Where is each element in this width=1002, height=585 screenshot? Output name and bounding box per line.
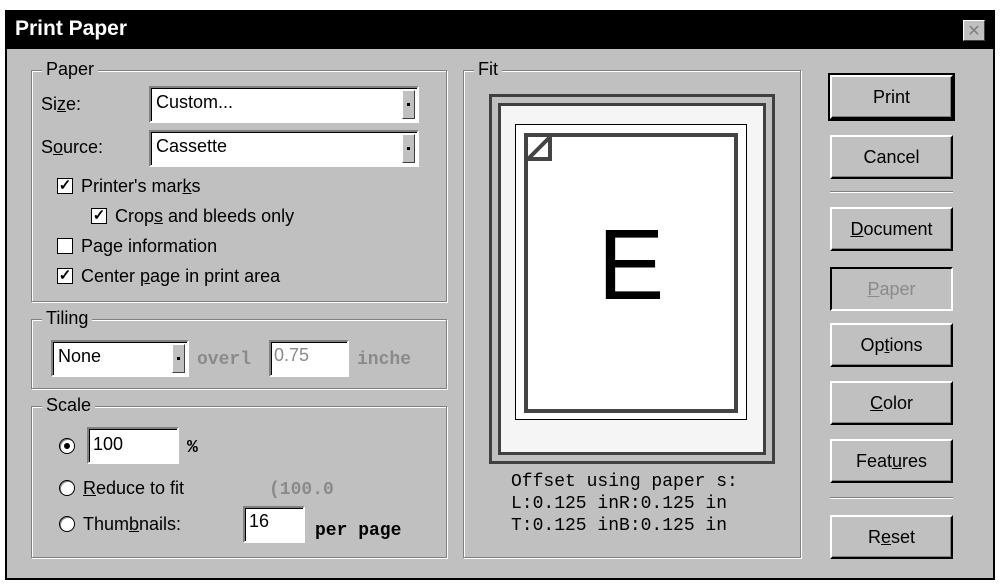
preview-letter: E (597, 209, 665, 321)
thumbnails-radio[interactable] (59, 516, 75, 532)
button-separator (830, 497, 953, 499)
document-button[interactable]: Document (830, 207, 953, 251)
per-page-label: per page (315, 521, 402, 541)
check-mark-icon: ✓ (92, 207, 106, 224)
reduce-to-fit-radio[interactable] (59, 480, 75, 496)
crops-bleeds-label[interactable]: Crops and bleeds only (115, 205, 294, 227)
reduce-to-fit-value: (100.0 (269, 480, 334, 500)
offset-line-1: Offset using paper s: (511, 472, 738, 492)
button-separator (830, 191, 953, 193)
thumbnails-value: 16 (249, 511, 270, 531)
features-button[interactable]: Features (830, 439, 953, 483)
page-information-label[interactable]: Page information (81, 235, 217, 257)
check-mark-icon: ✓ (58, 267, 72, 284)
source-value: Cassette (156, 136, 228, 156)
page-information-checkbox[interactable] (57, 238, 73, 254)
percent-value: 100 (93, 434, 124, 454)
title-bar: Print Paper ✕ (7, 12, 993, 49)
center-page-checkbox[interactable]: ✓ (57, 268, 73, 284)
paper-button[interactable]: Paper (830, 267, 953, 311)
dialog-title: Print Paper (15, 17, 128, 40)
size-value: Custom... (156, 92, 234, 112)
thumbnails-label[interactable]: Thumbnails: (83, 513, 181, 535)
print-paper-dialog: Print Paper ✕ Paper Size: Custom... Sour… (5, 10, 995, 580)
offset-line-3: T:0.125 inB:0.125 in (511, 516, 728, 536)
size-label: Size: (41, 94, 82, 114)
percent-input[interactable]: 100 (87, 427, 179, 464)
overlap-label: overl (197, 350, 252, 370)
paper-area: E (498, 103, 766, 455)
overlap-input[interactable]: 0.75 (269, 340, 349, 377)
print-button[interactable]: Print (828, 73, 955, 121)
reduce-to-fit-label[interactable]: Reduce to fit (83, 477, 184, 499)
tiling-dropdown[interactable]: None (51, 340, 189, 377)
dropdown-arrow-icon[interactable] (402, 90, 415, 119)
color-button[interactable]: Color (830, 381, 953, 425)
source-dropdown[interactable]: Cassette (149, 130, 419, 167)
scale-legend: Scale (42, 394, 96, 416)
check-mark-icon: ✓ (58, 177, 72, 194)
percent-sign: % (187, 438, 198, 458)
thumbnails-input[interactable]: 16 (243, 506, 305, 543)
tiling-value: None (58, 346, 102, 366)
printers-marks-checkbox[interactable]: ✓ (57, 178, 73, 194)
options-button[interactable]: Options (830, 323, 953, 367)
printers-marks-label[interactable]: Printer's marks (81, 175, 200, 197)
fit-legend: Fit (474, 58, 502, 80)
size-dropdown[interactable]: Custom... (149, 86, 419, 123)
reset-button[interactable]: Reset (830, 515, 953, 559)
folded-corner-icon (523, 132, 554, 163)
close-button[interactable]: ✕ (963, 20, 985, 41)
close-icon: ✕ (967, 22, 981, 40)
paper-legend: Paper (42, 58, 99, 80)
dropdown-arrow-icon[interactable] (172, 344, 185, 373)
dropdown-arrow-icon[interactable] (402, 134, 415, 163)
offset-line-2: L:0.125 inR:0.125 in (511, 494, 728, 514)
center-page-label[interactable]: Center page in print area (81, 265, 280, 287)
overlap-value: 0.75 (274, 345, 310, 365)
page-sheet: E (515, 124, 747, 420)
percent-radio[interactable] (59, 438, 75, 454)
overlap-unit: inche (357, 350, 412, 370)
cancel-button[interactable]: Cancel (830, 135, 953, 179)
crops-bleeds-checkbox[interactable]: ✓ (91, 208, 107, 224)
print-preview: E (489, 94, 775, 464)
tiling-legend: Tiling (42, 307, 93, 329)
source-label: Source: (41, 137, 104, 157)
